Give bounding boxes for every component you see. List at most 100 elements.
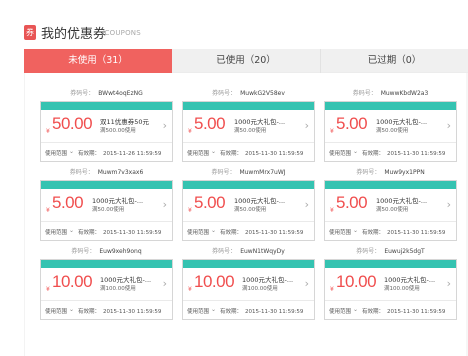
coupon-tabs: 未使用（31） 已使用（20） 已过期（0） xyxy=(24,49,468,73)
coupon-body: ¥10.00 1000元大礼包-... 满100.00使用 › xyxy=(183,268,314,299)
coupon-footer: 使用范围 ⌄ 有效期： 2015-11-30 11:59:59 xyxy=(41,221,172,240)
chevron-right-icon[interactable]: › xyxy=(163,199,167,210)
usage-scope-toggle[interactable]: 使用范围 xyxy=(45,307,67,315)
chevron-right-icon[interactable]: › xyxy=(305,120,309,131)
validity-label: 有效期： xyxy=(220,151,243,157)
chevron-down-icon[interactable]: ⌄ xyxy=(353,306,358,313)
chevron-right-icon[interactable]: › xyxy=(163,278,167,289)
chevron-down-icon[interactable]: ⌄ xyxy=(353,148,358,155)
validity-label: 有效期： xyxy=(362,309,385,315)
coupon-wave-band xyxy=(183,102,314,110)
expiry-date: 2015-11-30 11:59:59 xyxy=(103,230,162,236)
coupon-footer: 使用范围 ⌄ 有效期： 2015-11-30 11:59:59 xyxy=(325,221,456,240)
coupon-footer: 使用范围 ⌄ 有效期： 2015-11-26 11:59:59 xyxy=(41,142,172,161)
usage-scope-toggle[interactable]: 使用范围 xyxy=(45,228,67,236)
coupon-wave-band xyxy=(325,102,456,110)
validity-label: 有效期： xyxy=(78,309,101,315)
coupon-code-row: 券码号： EuwN1tWqyDy xyxy=(182,246,315,258)
tab-unused[interactable]: 未使用（31） xyxy=(24,49,172,73)
coupon-body: ¥10.00 1000元大礼包-... 满100.00使用 › xyxy=(41,268,172,299)
chevron-right-icon[interactable]: › xyxy=(305,278,309,289)
coupon-code-row: 券码号： MuwwKbdW2a3 xyxy=(324,88,457,100)
coupon-card[interactable]: ¥5.00 1000元大礼包-... 满50.00使用 › 使用范围 ⌄ 有效期： 2015-… xyxy=(324,180,457,241)
coupon-card[interactable]: ¥5.00 1000元大礼包-... 满50.00使用 › 使用范围 ⌄ 有效期： 2015-… xyxy=(182,101,315,162)
coupon-condition: 满100.00使用 xyxy=(384,286,420,292)
chevron-down-icon[interactable]: ⌄ xyxy=(211,148,216,155)
coupon-condition: 满50.00使用 xyxy=(234,128,267,134)
chevron-right-icon[interactable]: › xyxy=(447,199,451,210)
tab-used[interactable]: 已使用（20） xyxy=(172,49,320,73)
usage-scope-toggle[interactable]: 使用范围 xyxy=(329,307,351,315)
coupon-code-row: 券码号： MuwkG2V58ev xyxy=(182,88,315,100)
coupon-item: 券码号： Muw9yx1PPN ¥5.00 1000元大礼包-... 满50.00使用 ›… xyxy=(324,167,457,242)
chevron-down-icon[interactable]: ⌄ xyxy=(69,227,74,234)
coupon-description: 双11优惠券50元 xyxy=(100,118,150,126)
coupon-amount: 10.00 xyxy=(52,272,93,291)
coupon-item: 券码号： EuwN1tWqyDy ¥10.00 1000元大礼包-... 满100.00… xyxy=(182,246,315,321)
coupon-description: 1000元大礼包-... xyxy=(92,197,144,205)
coupon-card[interactable]: ¥5.00 1000元大礼包-... 满50.00使用 › 使用范围 ⌄ 有效期： 2015-… xyxy=(182,180,315,241)
coupon-code-label: 券码号： xyxy=(212,90,237,97)
usage-scope-toggle[interactable]: 使用范围 xyxy=(45,149,67,157)
chevron-down-icon[interactable]: ⌄ xyxy=(211,306,216,313)
coupon-condition: 满50.00使用 xyxy=(234,207,267,213)
coupon-wave-band xyxy=(325,260,456,268)
chevron-right-icon[interactable]: › xyxy=(447,278,451,289)
page-title: 我的优惠券 xyxy=(41,27,107,42)
coupon-condition: 满50.00使用 xyxy=(376,207,409,213)
chevron-right-icon[interactable]: › xyxy=(305,199,309,210)
coupon-footer: 使用范围 ⌄ 有效期： 2015-11-30 11:59:59 xyxy=(325,142,456,161)
coupon-code: Euwuj2k5dgT xyxy=(384,248,425,255)
chevron-right-icon[interactable]: › xyxy=(447,120,451,131)
coupon-item: 券码号： MuwwKbdW2a3 ¥5.00 1000元大礼包-... 满50.00使用… xyxy=(324,88,457,163)
coupon-wave-band xyxy=(41,260,172,268)
coupon-item: 券码号： Euwuj2k5dgT ¥10.00 1000元大礼包-... 满100.00… xyxy=(324,246,457,321)
usage-scope-toggle[interactable]: 使用范围 xyxy=(187,307,209,315)
coupon-card[interactable]: ¥10.00 1000元大礼包-... 满100.00使用 › 使用范围 ⌄ 有效期： 201… xyxy=(40,259,173,320)
validity-label: 有效期： xyxy=(362,230,385,236)
coupon-code-label: 券码号： xyxy=(70,90,95,97)
expiry-date: 2015-11-30 11:59:59 xyxy=(387,309,446,315)
coupon-code-label: 券码号： xyxy=(69,169,94,176)
coupon-body: ¥10.00 1000元大礼包-... 满100.00使用 › xyxy=(325,268,456,299)
chevron-right-icon[interactable]: › xyxy=(163,120,167,131)
chevron-down-icon[interactable]: ⌄ xyxy=(353,227,358,234)
coupon-code-row: 券码号： BWwt4oqEzNG xyxy=(40,88,173,100)
coupon-description: 1000元大礼包-... xyxy=(234,118,286,126)
chevron-down-icon[interactable]: ⌄ xyxy=(211,227,216,234)
coupon-condition: 满100.00使用 xyxy=(242,286,278,292)
coupon-wave-band xyxy=(325,181,456,189)
coupon-footer: 使用范围 ⌄ 有效期： 2015-11-30 11:59:59 xyxy=(325,300,456,319)
coupon-card[interactable]: ¥5.00 1000元大礼包-... 满50.00使用 › 使用范围 ⌄ 有效期： 2015-… xyxy=(324,101,457,162)
tab-expired[interactable]: 已过期（0） xyxy=(321,49,468,73)
coupon-wave-band xyxy=(41,181,172,189)
coupon-code-label: 券码号： xyxy=(211,169,236,176)
coupon-code: MuwkG2V58ev xyxy=(240,90,285,97)
usage-scope-toggle[interactable]: 使用范围 xyxy=(329,149,351,157)
expiry-date: 2015-11-30 11:59:59 xyxy=(245,151,304,157)
validity-label: 有效期： xyxy=(220,309,243,315)
usage-scope-toggle[interactable]: 使用范围 xyxy=(187,228,209,236)
coupon-description: 1000元大礼包-... xyxy=(376,118,428,126)
coupon-item: 券码号： Euw9xeh9onq ¥10.00 1000元大礼包-... 满100.00… xyxy=(40,246,173,321)
coupon-card[interactable]: ¥10.00 1000元大礼包-... 满100.00使用 › 使用范围 ⌄ 有效期： 201… xyxy=(324,259,457,320)
chevron-down-icon[interactable]: ⌄ xyxy=(69,148,74,155)
coupon-description: 1000元大礼包-... xyxy=(376,197,428,205)
usage-scope-toggle[interactable]: 使用范围 xyxy=(187,149,209,157)
coupon-validity: 有效期： 2015-11-30 11:59:59 xyxy=(220,149,303,157)
currency-symbol: ¥ xyxy=(330,207,334,214)
coupon-card[interactable]: ¥50.00 双11优惠券50元 满500.00使用 › 使用范围 ⌄ 有效期： 2015-1… xyxy=(40,101,173,162)
coupon-card[interactable]: ¥5.00 1000元大礼包-... 满50.00使用 › 使用范围 ⌄ 有效期： 2015-… xyxy=(40,180,173,241)
coupon-validity: 有效期： 2015-11-30 11:59:59 xyxy=(220,228,303,236)
usage-scope-toggle[interactable]: 使用范围 xyxy=(329,228,351,236)
coupon-code-row: 券码号： Muw9yx1PPN xyxy=(324,167,457,179)
coupon-code-label: 券码号： xyxy=(71,248,96,255)
currency-symbol: ¥ xyxy=(188,207,192,214)
coupon-body: ¥5.00 1000元大礼包-... 满50.00使用 › xyxy=(183,110,314,141)
coupon-card[interactable]: ¥10.00 1000元大礼包-... 满100.00使用 › 使用范围 ⌄ 有效期： 201… xyxy=(182,259,315,320)
coupon-code: Muw9yx1PPN xyxy=(384,169,425,176)
chevron-down-icon[interactable]: ⌄ xyxy=(69,306,74,313)
validity-label: 有效期： xyxy=(220,230,243,236)
expiry-date: 2015-11-30 11:59:59 xyxy=(387,151,446,157)
coupon-footer: 使用范围 ⌄ 有效期： 2015-11-30 11:59:59 xyxy=(183,142,314,161)
